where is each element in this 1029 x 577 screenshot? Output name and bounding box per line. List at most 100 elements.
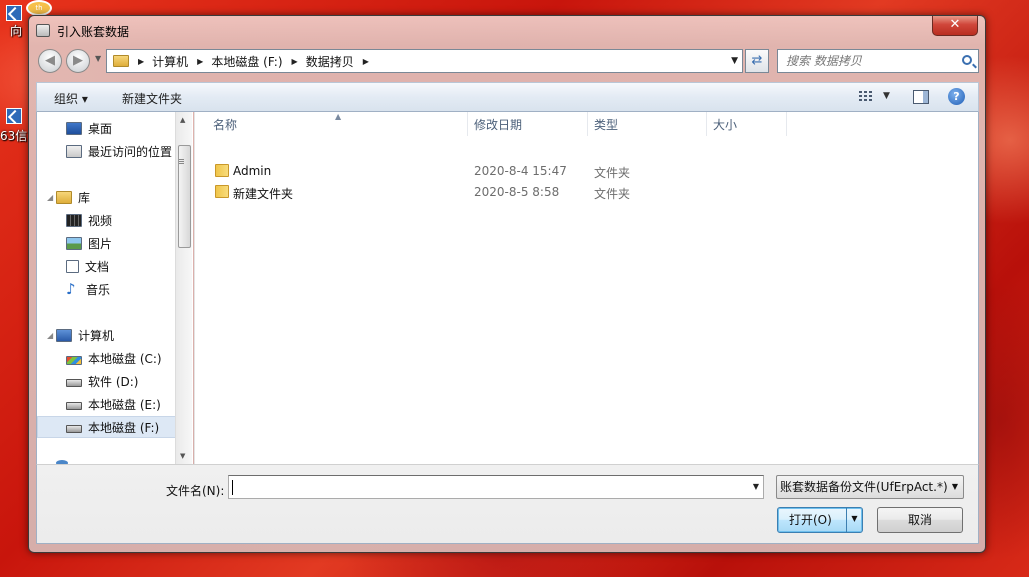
open-options-dropdown[interactable]: ▼ — [846, 507, 862, 533]
nav-item-label: 桌面 — [88, 121, 113, 136]
chevron-right-icon[interactable]: ▶ — [197, 57, 203, 66]
recent-pages-dropdown[interactable]: ▼ — [95, 54, 101, 63]
nav-item-drive-c[interactable]: 本地磁盘 (C:) — [66, 347, 193, 369]
navigation-pane: 桌面 最近访问的位置 ◢ 库 视频 图片 文档 音乐 ◢ 计算机 本地磁盘 (C… — [36, 112, 193, 464]
nav-item-music[interactable]: 音乐 — [66, 278, 193, 300]
file-date: 2020-8-5 8:58 — [474, 185, 560, 199]
close-button[interactable]: ✕ — [932, 16, 978, 36]
preview-pane-icon[interactable] — [913, 90, 929, 104]
chevron-down-icon[interactable]: ▼ — [731, 56, 738, 66]
library-icon — [56, 190, 72, 204]
file-name: Admin — [233, 164, 272, 178]
search-box[interactable] — [777, 49, 979, 73]
nav-item-label: 计算机 — [78, 328, 115, 343]
drive-icon — [66, 425, 82, 433]
chevron-down-icon[interactable]: ▼ — [753, 482, 759, 491]
search-icon[interactable] — [962, 55, 972, 65]
help-icon[interactable]: ? — [948, 88, 965, 105]
breadcrumb-data-copy[interactable]: 数据拷贝 — [306, 53, 354, 70]
back-arrow-icon: ◀ — [45, 53, 55, 68]
organize-menu[interactable]: 组织 ▾ — [54, 90, 88, 107]
nav-item-drive-e[interactable]: 本地磁盘 (E:) — [66, 393, 193, 415]
column-header-date[interactable]: 修改日期 — [468, 112, 588, 136]
sort-ascending-icon: ▲ — [335, 112, 342, 121]
filetype-value: 账套数据备份文件(UfErpAct.*) — [780, 480, 948, 494]
nav-item-label: 文档 — [85, 259, 110, 274]
nav-item-drive-f[interactable]: 本地磁盘 (F:) — [37, 416, 183, 438]
folder-icon — [113, 55, 129, 67]
desktop-shortcut-label: 63信 — [0, 129, 28, 143]
nav-item-label: 库 — [78, 190, 91, 205]
nav-item-recent[interactable]: 最近访问的位置 — [66, 140, 193, 162]
filename-label: 文件名(N): — [166, 484, 225, 498]
back-button[interactable]: ◀ — [38, 49, 62, 73]
scroll-up-icon[interactable]: ▲ — [180, 116, 185, 124]
desktop-shortcut-label: 向 — [10, 24, 23, 38]
nav-item-label: 音乐 — [86, 282, 111, 297]
nav-item-label: 软件 (D:) — [88, 374, 139, 389]
nav-item-label: 视频 — [88, 213, 113, 228]
collapse-arrow-icon[interactable]: ◢ — [47, 193, 53, 202]
dialog-title: 引入账套数据 — [57, 25, 130, 39]
refresh-icon: ⇄ — [751, 53, 763, 68]
cancel-button[interactable]: 取消 — [877, 507, 963, 533]
nav-item-drive-d[interactable]: 软件 (D:) — [66, 370, 193, 392]
file-list: 名称 ▲ 修改日期 类型 大小 Admin 2020-8-4 15:47 文件夹… — [194, 112, 979, 464]
chevron-down-icon: ▼ — [951, 482, 958, 491]
breadcrumb-computer[interactable]: 计算机 — [152, 53, 188, 70]
nav-item-label: 本地磁盘 (F:) — [88, 420, 160, 435]
badge-icon: th — [26, 0, 52, 16]
drive-icon — [66, 379, 82, 387]
column-header-type[interactable]: 类型 — [588, 112, 707, 136]
music-icon — [66, 283, 80, 296]
open-button-label: 打开(O) — [789, 513, 832, 527]
new-folder-button[interactable]: 新建文件夹 — [122, 90, 182, 107]
chevron-right-icon[interactable]: ▶ — [138, 57, 144, 66]
forward-arrow-icon: ▶ — [73, 53, 83, 68]
video-icon — [66, 213, 82, 227]
command-toolbar: 组织 ▾ 新建文件夹 ▼ ? — [36, 82, 979, 112]
nav-scrollbar[interactable]: ▲ ▼ — [175, 112, 192, 464]
file-type: 文件夹 — [594, 166, 631, 180]
text-caret — [232, 480, 233, 495]
nav-item-library[interactable]: 库 — [56, 186, 193, 208]
chevron-right-icon[interactable]: ▶ — [292, 57, 298, 66]
file-row[interactable]: Admin 2020-8-4 15:47 文件夹 — [195, 161, 980, 181]
nav-item-desktop[interactable]: 桌面 — [66, 117, 193, 139]
nav-item-label: 最近访问的位置 — [88, 144, 173, 159]
computer-icon — [56, 328, 72, 342]
system-drive-icon — [66, 355, 82, 365]
nav-item-computer[interactable]: 计算机 — [56, 324, 193, 346]
search-input[interactable] — [778, 50, 948, 72]
shortcut-arrow-icon — [6, 108, 22, 124]
filetype-select[interactable]: 账套数据备份文件(UfErpAct.*) ▼ — [776, 475, 964, 499]
shortcut-arrow-icon — [6, 5, 22, 21]
filename-input[interactable]: ▼ — [228, 475, 764, 499]
forward-button[interactable]: ▶ — [66, 49, 90, 73]
view-options-icon[interactable] — [859, 91, 873, 103]
collapse-arrow-icon[interactable]: ◢ — [47, 331, 53, 340]
dialog-app-icon — [36, 24, 50, 37]
chevron-right-icon[interactable]: ▶ — [363, 57, 369, 66]
folder-icon — [215, 164, 229, 177]
scrollbar-grip — [179, 159, 184, 160]
picture-icon — [66, 236, 82, 250]
file-type: 文件夹 — [594, 187, 631, 201]
chevron-down-icon[interactable]: ▼ — [883, 91, 890, 101]
scroll-down-icon[interactable]: ▼ — [180, 452, 185, 460]
folder-icon — [215, 185, 229, 198]
scrollbar-thumb[interactable] — [178, 145, 191, 248]
address-bar[interactable]: ▶ 计算机 ▶ 本地磁盘 (F:) ▶ 数据拷贝 ▶ ▼ — [106, 49, 743, 73]
file-row[interactable]: 新建文件夹 2020-8-5 8:58 文件夹 — [195, 182, 980, 202]
nav-item-video[interactable]: 视频 — [66, 209, 193, 231]
cancel-button-label: 取消 — [907, 513, 932, 527]
nav-item-documents[interactable]: 文档 — [66, 255, 193, 277]
open-button[interactable]: 打开(O) ▼ — [777, 507, 863, 533]
refresh-button[interactable]: ⇄ — [745, 49, 769, 73]
drive-icon — [66, 402, 82, 410]
desktop-icon — [66, 121, 82, 135]
close-icon: ✕ — [949, 17, 961, 32]
column-header-size[interactable]: 大小 — [707, 112, 787, 136]
nav-item-pictures[interactable]: 图片 — [66, 232, 193, 254]
breadcrumb-drive-f[interactable]: 本地磁盘 (F:) — [211, 53, 282, 70]
